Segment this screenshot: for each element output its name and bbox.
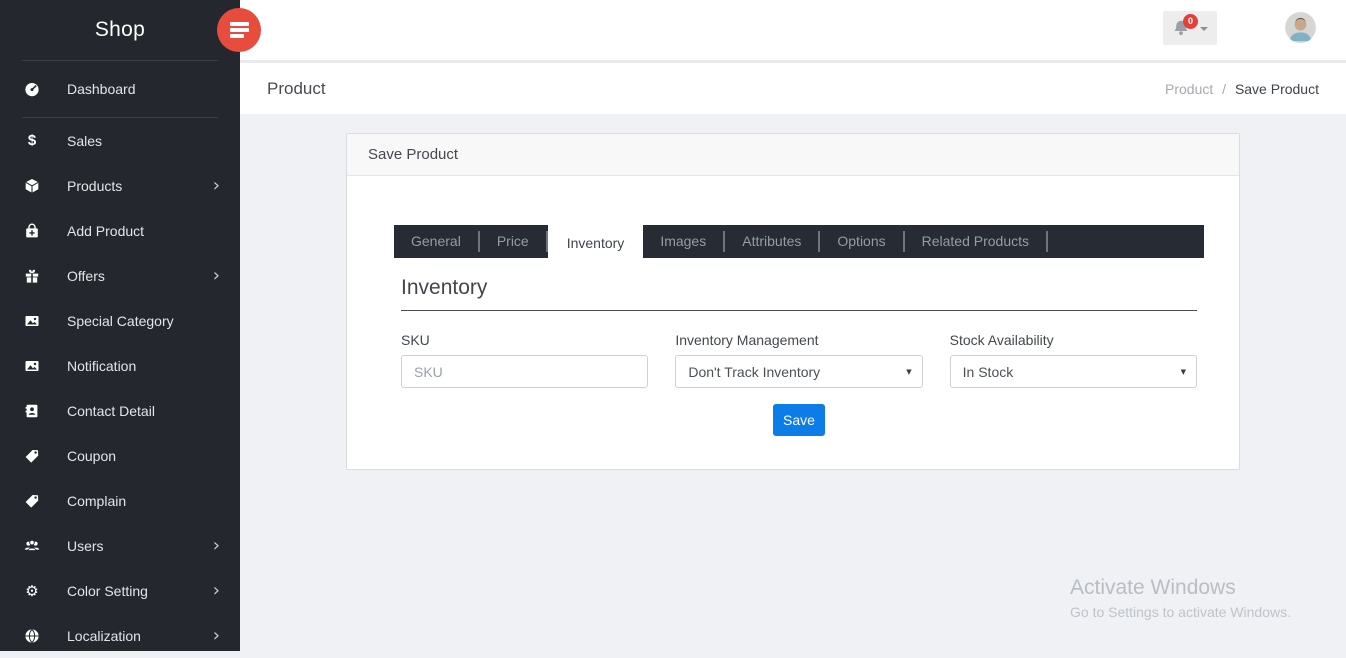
sidebar-item-label: Add Product — [67, 223, 144, 239]
user-avatar[interactable] — [1285, 12, 1316, 43]
sidebar-item-special-category[interactable]: Special Category — [0, 298, 240, 343]
form-actions: Save — [401, 404, 1197, 436]
save-button[interactable]: Save — [773, 404, 825, 436]
selected-value: Don't Track Inventory — [688, 364, 820, 380]
breadcrumb-current: Save Product — [1235, 81, 1319, 97]
sidebar-item-label: Notification — [67, 358, 136, 374]
section-divider — [401, 310, 1197, 311]
sidebar-item-label: Contact Detail — [67, 403, 155, 419]
sku-field-group: SKU — [401, 332, 648, 388]
sidebar-item-label: Offers — [67, 268, 105, 284]
card-body: General Price Inventory Images Attribute… — [347, 225, 1239, 436]
sidebar-item-color-setting[interactable]: ⚙ Color Setting › — [0, 568, 240, 613]
inventory-management-group: Inventory Management Don't Track Invento… — [675, 332, 922, 388]
globe-icon — [22, 628, 42, 644]
page-header-bar: Product Product / Save Product — [240, 63, 1346, 114]
chevron-right-icon: › — [213, 267, 220, 285]
menu-icon — [230, 22, 249, 38]
add-product-icon — [22, 223, 42, 239]
inventory-management-label: Inventory Management — [675, 332, 922, 348]
section-title: Inventory — [401, 276, 1202, 300]
sidebar-item-notification[interactable]: Notification — [0, 343, 240, 388]
top-navbar: 0 — [240, 0, 1346, 60]
gift-icon — [22, 268, 42, 284]
chevron-right-icon: › — [213, 582, 220, 600]
sidebar-item-products[interactable]: Products › — [0, 163, 240, 208]
sidebar-item-label: Products — [67, 178, 122, 194]
content-area: Save Product General Price Inventory Ima… — [240, 114, 1346, 651]
card-title: Save Product — [347, 134, 1239, 176]
tab-related-products[interactable]: Related Products — [905, 225, 1046, 258]
sidebar-item-users[interactable]: Users › — [0, 523, 240, 568]
gauge-icon — [22, 81, 42, 97]
cube-icon — [22, 178, 42, 194]
sku-label: SKU — [401, 332, 648, 348]
sidebar-item-offers[interactable]: Offers › — [0, 253, 240, 298]
tab-options[interactable]: Options — [820, 225, 902, 258]
image-icon — [22, 313, 42, 329]
select-arrow-icon: ▼ — [1181, 368, 1186, 376]
tag-icon — [22, 493, 42, 509]
product-tabs: General Price Inventory Images Attribute… — [394, 225, 1204, 258]
tab-general[interactable]: General — [394, 225, 478, 258]
breadcrumb: Product / Save Product — [1165, 81, 1319, 97]
sidebar-item-localization[interactable]: Localization › — [0, 613, 240, 658]
tag-icon — [22, 448, 42, 464]
dollar-icon: $ — [22, 132, 42, 149]
breadcrumb-product-link[interactable]: Product — [1165, 81, 1213, 97]
sidebar-item-coupon[interactable]: Coupon — [0, 433, 240, 478]
sidebar-item-add-product[interactable]: Add Product — [0, 208, 240, 253]
inventory-form-row: SKU Inventory Management Don't Track Inv… — [401, 332, 1197, 388]
sidebar-item-label: Dashboard — [67, 81, 136, 97]
bell-icon: 0 — [1172, 19, 1190, 37]
inventory-management-select[interactable]: Don't Track Inventory ▼ — [675, 355, 922, 388]
notifications-button[interactable]: 0 — [1163, 11, 1217, 45]
brand-title[interactable]: Shop — [0, 0, 240, 60]
notification-count-badge: 0 — [1183, 14, 1198, 29]
sidebar-item-dashboard[interactable]: Dashboard — [0, 61, 240, 117]
stock-availability-group: Stock Availability In Stock ▼ — [950, 332, 1197, 388]
sidebar-item-label: Localization — [67, 628, 141, 644]
gear-icon: ⚙ — [22, 582, 42, 600]
sidebar-item-label: Special Category — [67, 313, 174, 329]
image-icon — [22, 358, 42, 374]
stock-availability-select[interactable]: In Stock ▼ — [950, 355, 1197, 388]
sidebar-item-label: Users — [67, 538, 104, 554]
stock-availability-label: Stock Availability — [950, 332, 1197, 348]
sidebar-toggle-button[interactable] — [217, 8, 261, 52]
activate-windows-watermark: Activate Windows Go to Settings to activ… — [1070, 576, 1291, 620]
chevron-right-icon: › — [213, 177, 220, 195]
save-product-card: Save Product General Price Inventory Ima… — [346, 133, 1240, 470]
selected-value: In Stock — [963, 364, 1014, 380]
tab-price[interactable]: Price — [480, 225, 546, 258]
sidebar-item-label: Color Setting — [67, 583, 148, 599]
sidebar-item-contact-detail[interactable]: Contact Detail — [0, 388, 240, 433]
watermark-line2: Go to Settings to activate Windows. — [1070, 604, 1291, 620]
sku-input[interactable] — [401, 355, 648, 388]
sidebar: Shop Dashboard $ Sales Products › Add Pr… — [0, 0, 240, 651]
watermark-line1: Activate Windows — [1070, 576, 1291, 600]
chevron-right-icon: › — [213, 537, 220, 555]
page-title: Product — [267, 79, 326, 99]
tab-inventory[interactable]: Inventory — [548, 222, 644, 264]
tab-images[interactable]: Images — [643, 225, 723, 258]
breadcrumb-separator: / — [1222, 81, 1226, 97]
sidebar-item-label: Coupon — [67, 448, 116, 464]
sidebar-item-label: Complain — [67, 493, 126, 509]
tab-separator — [1046, 231, 1048, 252]
sidebar-item-complain[interactable]: Complain — [0, 478, 240, 523]
tab-attributes[interactable]: Attributes — [725, 225, 818, 258]
sidebar-item-label: Sales — [67, 133, 102, 149]
caret-down-icon — [1200, 27, 1208, 31]
sidebar-item-sales[interactable]: $ Sales — [0, 118, 240, 163]
contact-card-icon — [22, 403, 42, 419]
users-icon — [22, 538, 42, 554]
select-arrow-icon: ▼ — [906, 368, 911, 376]
chevron-right-icon: › — [213, 627, 220, 645]
